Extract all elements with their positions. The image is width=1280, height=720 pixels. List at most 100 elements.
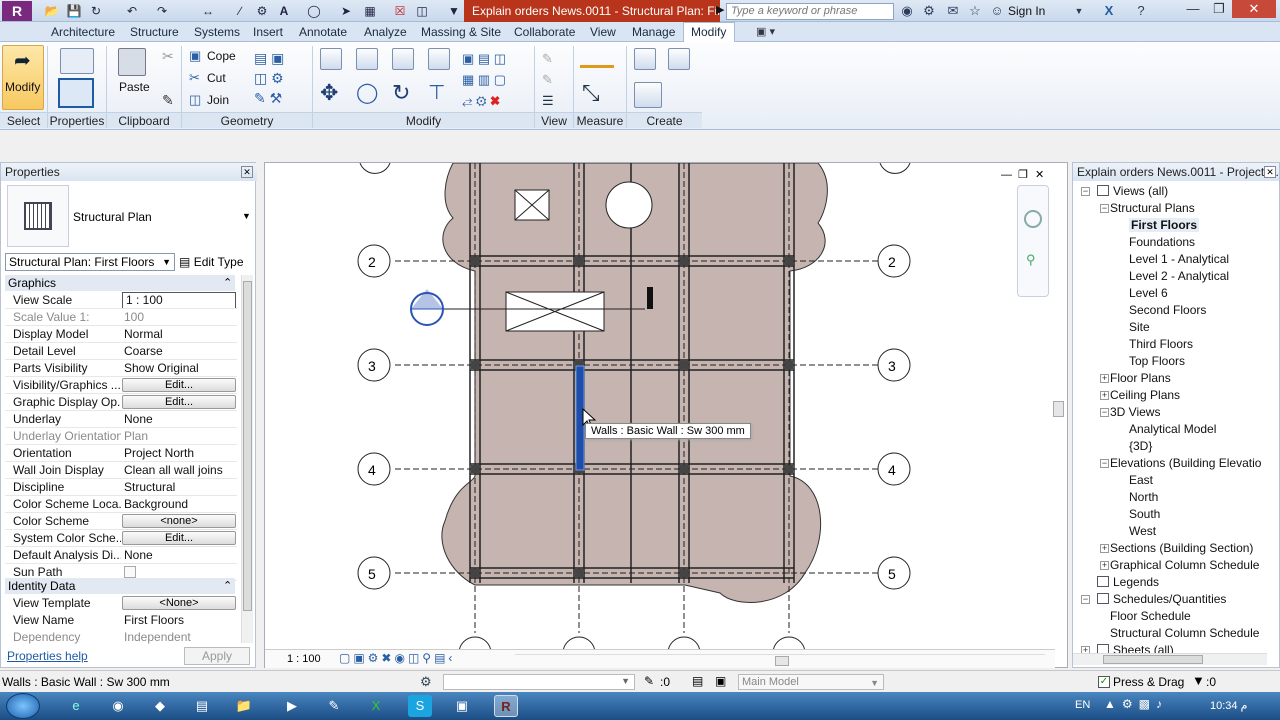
cut-icon[interactable]: ✂ (189, 70, 200, 86)
skype-icon[interactable]: S (408, 695, 432, 717)
section-icon[interactable]: ➤ (338, 3, 354, 19)
view-minimize-icon[interactable]: — (1001, 169, 1012, 181)
mirror-axis-icon[interactable] (392, 48, 414, 70)
communication-icon[interactable]: ✉ (944, 2, 962, 20)
close-hidden-icon[interactable]: ☒ (392, 3, 408, 19)
view-tools-icon[interactable]: ✎ ✎ ☰ (542, 48, 566, 108)
browser-item[interactable]: Analytical Model (1129, 422, 1216, 436)
revit-logo[interactable]: R (2, 1, 32, 21)
dimension-icon[interactable]: ∕ (232, 3, 248, 19)
panel-select[interactable]: Select (0, 112, 47, 128)
scroll-thumb[interactable] (1053, 401, 1064, 417)
property-value[interactable]: Structural (124, 479, 236, 496)
browser-item[interactable]: Views (all) (1113, 184, 1168, 198)
browser-item[interactable]: Top Floors (1129, 354, 1185, 368)
tab-architecture[interactable]: Architecture (51, 25, 115, 39)
cope-icon[interactable]: ▣ (189, 48, 201, 64)
align-icon[interactable] (320, 48, 342, 70)
aligned-dimension-icon[interactable] (580, 50, 614, 68)
minimize-button[interactable]: — (1180, 0, 1206, 18)
media-icon[interactable]: ▶ (280, 695, 304, 717)
navigation-bar[interactable]: ⚲ (1017, 185, 1049, 297)
window-icon[interactable]: ▣ (450, 695, 474, 717)
filter-icon[interactable]: ▼ (1192, 673, 1205, 688)
user-icon[interactable]: ☺ (988, 2, 1006, 20)
property-value[interactable]: 1 : 100 (122, 292, 236, 309)
tab-insert[interactable]: Insert (253, 25, 283, 39)
open-icon[interactable]: 📂 (44, 3, 60, 19)
browser-item[interactable]: Level 6 (1129, 286, 1168, 300)
browser-item[interactable]: Graphical Column Schedule (1110, 558, 1259, 572)
circular-opening[interactable] (605, 181, 653, 229)
workset-dropdown[interactable]: ▼ (443, 674, 635, 690)
clock[interactable]: 10:34 م (1210, 699, 1247, 712)
view-restore-icon[interactable]: ❐ (1018, 168, 1028, 181)
property-edit-button[interactable]: <none> (122, 514, 236, 528)
revit-taskbar-icon[interactable]: R (494, 695, 518, 717)
paste-icon[interactable] (118, 48, 146, 76)
panel-measure[interactable]: Measure (574, 112, 626, 128)
3d-view-icon[interactable]: ◯ (306, 3, 322, 19)
exchange-icon[interactable]: X (1100, 2, 1118, 20)
main-model-dropdown[interactable]: Main Model ▼ (738, 674, 884, 690)
tree-expander-icon[interactable]: − (1100, 204, 1109, 213)
apply-button[interactable]: Apply (184, 647, 250, 665)
start-button[interactable] (6, 693, 40, 719)
browser-item[interactable]: West (1129, 524, 1156, 538)
view-scale-label[interactable]: 1 : 100 (287, 653, 321, 665)
ie-icon[interactable]: e (64, 695, 88, 717)
property-value[interactable]: None (124, 547, 236, 564)
tree-expander-icon[interactable]: − (1081, 187, 1090, 196)
view-template-button[interactable]: <None> (122, 596, 236, 610)
tray-icons[interactable]: ▲⚙▩♪ (1104, 697, 1168, 711)
browser-item[interactable]: Legends (1113, 575, 1159, 589)
language-indicator[interactable]: EN (1075, 699, 1090, 711)
property-edit-button[interactable]: Edit... (122, 378, 236, 392)
browser-item[interactable]: Level 1 - Analytical (1129, 252, 1229, 266)
editable-icon[interactable]: ✎ (644, 674, 654, 688)
cope-label[interactable]: Cope (207, 49, 236, 63)
press-drag-checkbox[interactable]: ✓ (1098, 676, 1110, 688)
type-properties-icon[interactable] (58, 78, 94, 108)
instance-selector[interactable]: Structural Plan: First Floors ▼ (5, 253, 175, 271)
type-dropdown-icon[interactable]: ▼ (242, 211, 251, 221)
selector-dropdown-icon[interactable]: ▼ (162, 254, 171, 270)
explorer-icon[interactable]: ▤ (190, 695, 214, 717)
panel-modify[interactable]: Modify (313, 112, 534, 128)
match-icon[interactable]: ✎ (162, 92, 174, 109)
trim-extend-icon[interactable]: ⊤ (428, 80, 445, 105)
create-group-icon[interactable] (634, 82, 662, 108)
zoom-icon[interactable]: ⚲ (1026, 252, 1036, 268)
edit-type-button[interactable]: ▤ Edit Type (179, 252, 251, 272)
tab-systems[interactable]: Systems (194, 25, 240, 39)
join-label[interactable]: Join (207, 93, 229, 107)
paste-label[interactable]: Paste (119, 80, 150, 94)
scroll-thumb[interactable] (243, 281, 252, 611)
panel-view[interactable]: View (535, 112, 573, 128)
identity-value[interactable]: Independent (124, 629, 236, 646)
create-assembly-icon[interactable] (634, 48, 656, 70)
join-icon[interactable]: ◫ (189, 92, 201, 108)
tab-view[interactable]: View (590, 25, 616, 39)
browser-item[interactable]: Floor Plans (1110, 371, 1171, 385)
tree-expander-icon[interactable]: + (1100, 544, 1109, 553)
tab-collaborate[interactable]: Collaborate (514, 25, 575, 39)
design-options-icon[interactable]: ▤ (692, 674, 703, 688)
tab-analyze[interactable]: Analyze (364, 25, 407, 39)
restore-button[interactable]: ❐ (1206, 0, 1232, 18)
steering-wheel-icon[interactable] (1024, 210, 1042, 228)
cut-label[interactable]: Cut (207, 71, 226, 85)
browser-item[interactable]: Floor Schedule (1110, 609, 1191, 623)
pen-icon[interactable]: ✎ (322, 695, 346, 717)
save-icon[interactable]: 💾 (66, 3, 82, 19)
redo-icon[interactable]: ↷ (154, 3, 170, 19)
panel-clipboard[interactable]: Clipboard (107, 112, 181, 128)
group-graphics[interactable]: Graphics (5, 275, 235, 291)
tree-expander-icon[interactable]: + (1100, 561, 1109, 570)
collapse-graphics-icon[interactable]: ⌃ (223, 276, 232, 289)
browser-item[interactable]: 3D Views (1110, 405, 1160, 419)
view-control-icons[interactable]: ▢▣⚙✖◉◫⚲▤‹ (339, 651, 455, 665)
browser-item[interactable]: Third Floors (1129, 337, 1193, 351)
sun-path-checkbox[interactable] (124, 566, 136, 578)
property-value[interactable]: Coarse (124, 343, 236, 360)
